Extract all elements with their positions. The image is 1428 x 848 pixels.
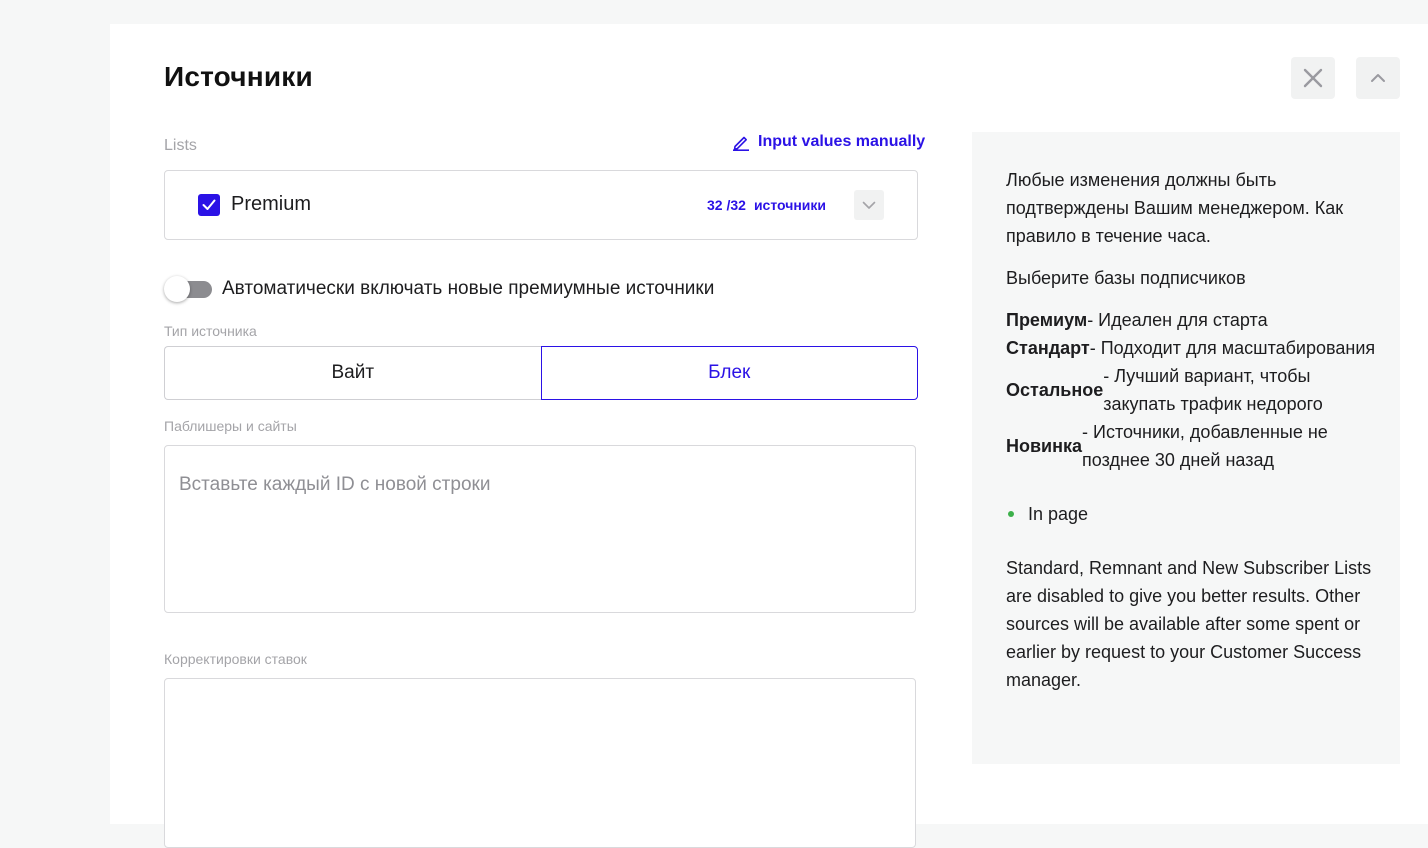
pencil-icon <box>733 136 749 151</box>
tier-name: Стандарт <box>1006 338 1090 358</box>
checkmark-icon <box>202 199 216 210</box>
list-item-name: Premium <box>231 193 312 215</box>
tier-desc: - Идеален для старта <box>1087 310 1268 330</box>
sources-count-unit: источники <box>753 197 827 213</box>
collapse-button[interactable] <box>1356 57 1400 99</box>
tier-list: Премиум - Идеален для старта Стандарт - … <box>1006 306 1376 474</box>
expand-list-button[interactable] <box>854 190 884 220</box>
publishers-input[interactable] <box>164 445 916 613</box>
bid-adjustments-input[interactable] <box>164 678 916 848</box>
bullet-item: In page <box>1006 500 1376 528</box>
tier-desc: - Источники, добавленные не позднее 30 д… <box>1082 422 1328 470</box>
source-type-selector: Вайт Блек <box>164 346 918 400</box>
lists-dropdown: Premium 32 /32 источники <box>164 170 918 240</box>
close-icon <box>1303 68 1323 88</box>
tier-new: Новинка - Источники, добавленные не поздн… <box>1006 418 1376 474</box>
info-note: Standard, Remnant and New Subscriber Lis… <box>1006 558 1372 690</box>
tier-name: Остальное <box>1006 380 1104 400</box>
lists-label: Lists <box>164 137 197 154</box>
sources-count-value: 32 /32 <box>707 197 746 213</box>
bullet-dot-icon <box>1008 511 1014 517</box>
source-type-white[interactable]: Вайт <box>164 346 541 400</box>
bid-adjustments-label: Корректировки ставок <box>164 651 307 667</box>
auto-include-row: Автоматически включать новые премиумные … <box>164 276 715 302</box>
tier-standard: Стандарт - Подходит для масштабирования <box>1006 334 1376 362</box>
tier-remnant: Остальное - Лучший вариант, чтобы закупа… <box>1006 362 1376 418</box>
page-title: Источники <box>164 61 313 92</box>
tier-name: Премиум <box>1006 310 1088 330</box>
tier-name: Новинка <box>1006 436 1083 456</box>
auto-include-toggle[interactable] <box>164 276 212 302</box>
publishers-label: Паблишеры и сайты <box>164 418 297 434</box>
input-manually-label: Input values manually <box>758 133 926 150</box>
auto-include-label: Автоматически включать новые премиумные … <box>222 278 715 299</box>
sources-count: 32 /32 источники <box>707 197 826 213</box>
bullet-label: In page <box>1028 504 1089 524</box>
info-choose: Выберите базы подписчиков <box>1006 268 1246 288</box>
input-manually-link[interactable]: Input values manually <box>732 133 925 151</box>
tier-desc: - Подходит для масштабирования <box>1089 338 1376 358</box>
source-type-black[interactable]: Блек <box>540 346 918 400</box>
premium-checkbox[interactable] <box>198 194 220 216</box>
chevron-down-icon <box>862 201 876 209</box>
tier-premium: Премиум - Идеален для старта <box>1006 306 1376 334</box>
info-intro: Любые изменения должны быть подтверждены… <box>1006 170 1344 246</box>
chevron-up-icon <box>1371 74 1385 82</box>
info-sidebar: Любые изменения должны быть подтверждены… <box>972 132 1400 764</box>
tier-desc: - Лучший вариант, чтобы закупать трафик … <box>1103 366 1323 414</box>
source-type-label: Тип источника <box>164 323 257 339</box>
close-button[interactable] <box>1291 57 1335 99</box>
sources-panel: Источники Lists Input values manually Pr… <box>110 24 1428 848</box>
